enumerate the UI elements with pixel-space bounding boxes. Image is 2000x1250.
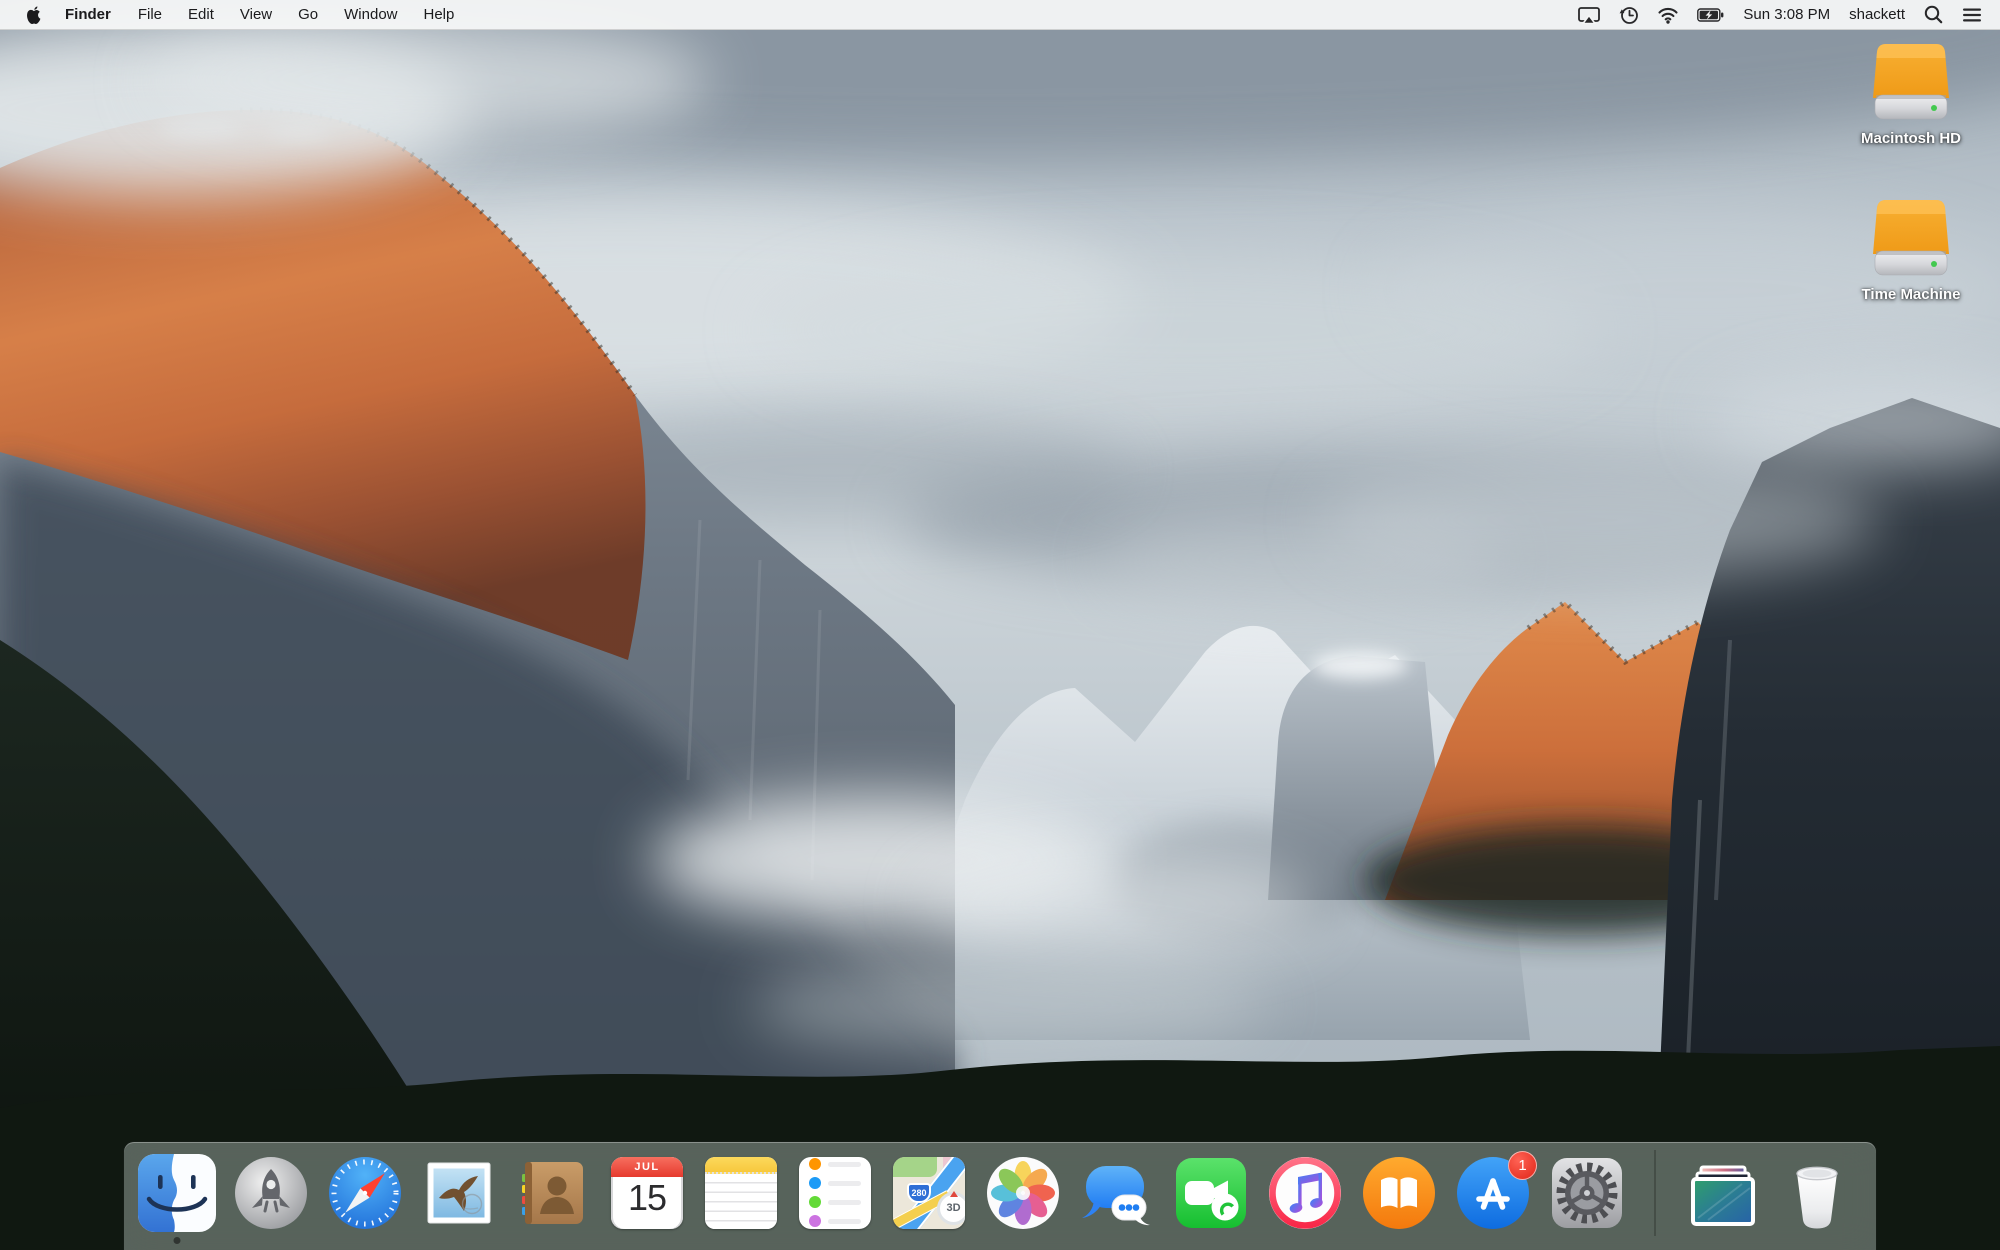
dock-item-launchpad[interactable]: [232, 1154, 310, 1232]
menu-item-edit[interactable]: Edit: [175, 0, 227, 29]
menu-item-finder[interactable]: Finder: [51, 0, 125, 29]
finder-icon: [138, 1153, 216, 1232]
menu-bar-clock[interactable]: Sun 3:08 PM: [1743, 6, 1830, 23]
wallpaper-el-capitan: [0, 0, 2000, 1250]
dock-item-ibooks[interactable]: [1360, 1154, 1438, 1232]
dock-item-app-store[interactable]: 1: [1454, 1150, 1537, 1232]
calendar-day-label: 15: [627, 1176, 667, 1218]
dock: JUL 15 280 3D 1: [124, 1142, 1876, 1250]
dock-item-system-preferences[interactable]: [1548, 1154, 1626, 1232]
dock-item-safari[interactable]: [326, 1154, 404, 1232]
dock-item-trash[interactable]: [1778, 1154, 1856, 1232]
itunes-icon: [1269, 1156, 1341, 1229]
drive-icon: [1873, 44, 1949, 120]
maps-icon: 280 3D: [893, 1156, 965, 1229]
photos-icon: [987, 1156, 1059, 1229]
mail-icon: [427, 1162, 491, 1223]
menu-bar-status-area: Sun 3:08 PM shackett: [1578, 5, 2000, 25]
battery-charging-icon[interactable]: [1697, 7, 1724, 22]
wifi-icon[interactable]: [1658, 6, 1678, 24]
notification-center-icon[interactable]: [1962, 7, 1982, 23]
dock-item-desktop-pictures-stack[interactable]: [1684, 1154, 1762, 1232]
dock-item-finder[interactable]: [138, 1153, 216, 1232]
desktop-screen: Finder File Edit View Go Window Help Sun…: [0, 0, 2000, 1250]
maps-route-shield: 280: [907, 1182, 931, 1203]
trash-icon: [1796, 1166, 1838, 1228]
dock-item-messages[interactable]: [1078, 1154, 1156, 1232]
time-machine-icon[interactable]: [1619, 5, 1639, 25]
dock-item-notes[interactable]: [702, 1154, 780, 1232]
menu-item-help[interactable]: Help: [411, 0, 468, 29]
dock-item-mail[interactable]: [420, 1154, 498, 1232]
app-store-notification-badge: 1: [1508, 1150, 1537, 1180]
facetime-icon: [1176, 1157, 1246, 1228]
airplay-display-icon[interactable]: [1578, 6, 1601, 24]
messages-icon: [1082, 1165, 1150, 1225]
apple-menu-icon[interactable]: [26, 5, 41, 24]
system-preferences-icon: [1552, 1157, 1622, 1228]
dock-item-maps[interactable]: 280 3D: [890, 1154, 968, 1232]
maps-3d-badge: 3D: [937, 1191, 965, 1225]
dock-item-itunes[interactable]: [1266, 1154, 1344, 1232]
menu-item-file[interactable]: File: [125, 0, 175, 29]
desktop-icon-macintosh-hd[interactable]: Macintosh HD: [1836, 40, 1986, 147]
desktop-icon-label: Time Machine: [1861, 286, 1961, 303]
menu-bar: Finder File Edit View Go Window Help Sun…: [0, 0, 2000, 30]
desktop-icon-label: Macintosh HD: [1860, 130, 1961, 147]
menu-item-view[interactable]: View: [227, 0, 285, 29]
safari-icon: [329, 1156, 401, 1229]
dock-item-facetime[interactable]: [1172, 1154, 1250, 1232]
calendar-icon: JUL 15: [611, 1156, 683, 1229]
desktop-pictures-icon: [1691, 1165, 1755, 1226]
launchpad-icon: [235, 1156, 307, 1229]
spotlight-search-icon[interactable]: [1924, 5, 1943, 24]
menu-item-go[interactable]: Go: [285, 0, 331, 29]
contacts-icon: [522, 1161, 583, 1224]
notes-icon: [705, 1156, 777, 1229]
drive-icon: [1873, 200, 1949, 276]
menu-bar-username[interactable]: shackett: [1849, 6, 1905, 23]
dock-item-reminders[interactable]: [796, 1154, 874, 1232]
dock-item-photos[interactable]: [984, 1154, 1062, 1232]
dock-item-contacts[interactable]: [514, 1154, 592, 1232]
desktop-icon-time-machine[interactable]: Time Machine: [1836, 196, 1986, 303]
dock-item-calendar[interactable]: JUL 15: [608, 1154, 686, 1232]
dock-separator: [1654, 1149, 1656, 1236]
reminders-icon: [799, 1156, 871, 1229]
menu-item-window[interactable]: Window: [331, 0, 410, 29]
ibooks-icon: [1363, 1156, 1435, 1229]
calendar-month-label: JUL: [611, 1156, 683, 1177]
